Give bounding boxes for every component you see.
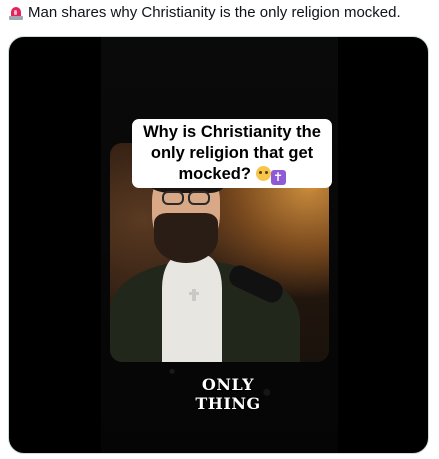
speaker-glasses — [162, 191, 210, 205]
video-subtitle: ONLY THING — [195, 375, 261, 413]
post-text: Man shares why Christianity is the only … — [28, 4, 401, 21]
police-siren-icon — [8, 5, 24, 21]
speaker-shirt — [162, 255, 222, 362]
video-caption-box: Why is Christianity the only religion th… — [132, 119, 332, 188]
flushed-face-emoji-icon — [255, 166, 271, 181]
post-text-row: Man shares why Christianity is the only … — [8, 3, 433, 23]
cross-necklace — [189, 289, 199, 301]
speaker-beard — [154, 213, 218, 263]
video-caption-text: Why is Christianity the only religion th… — [143, 123, 321, 183]
latin-cross-emoji-icon: ✝ — [270, 170, 286, 185]
embedded-video[interactable]: ❀ Why is Christianity the only religion … — [8, 36, 429, 454]
